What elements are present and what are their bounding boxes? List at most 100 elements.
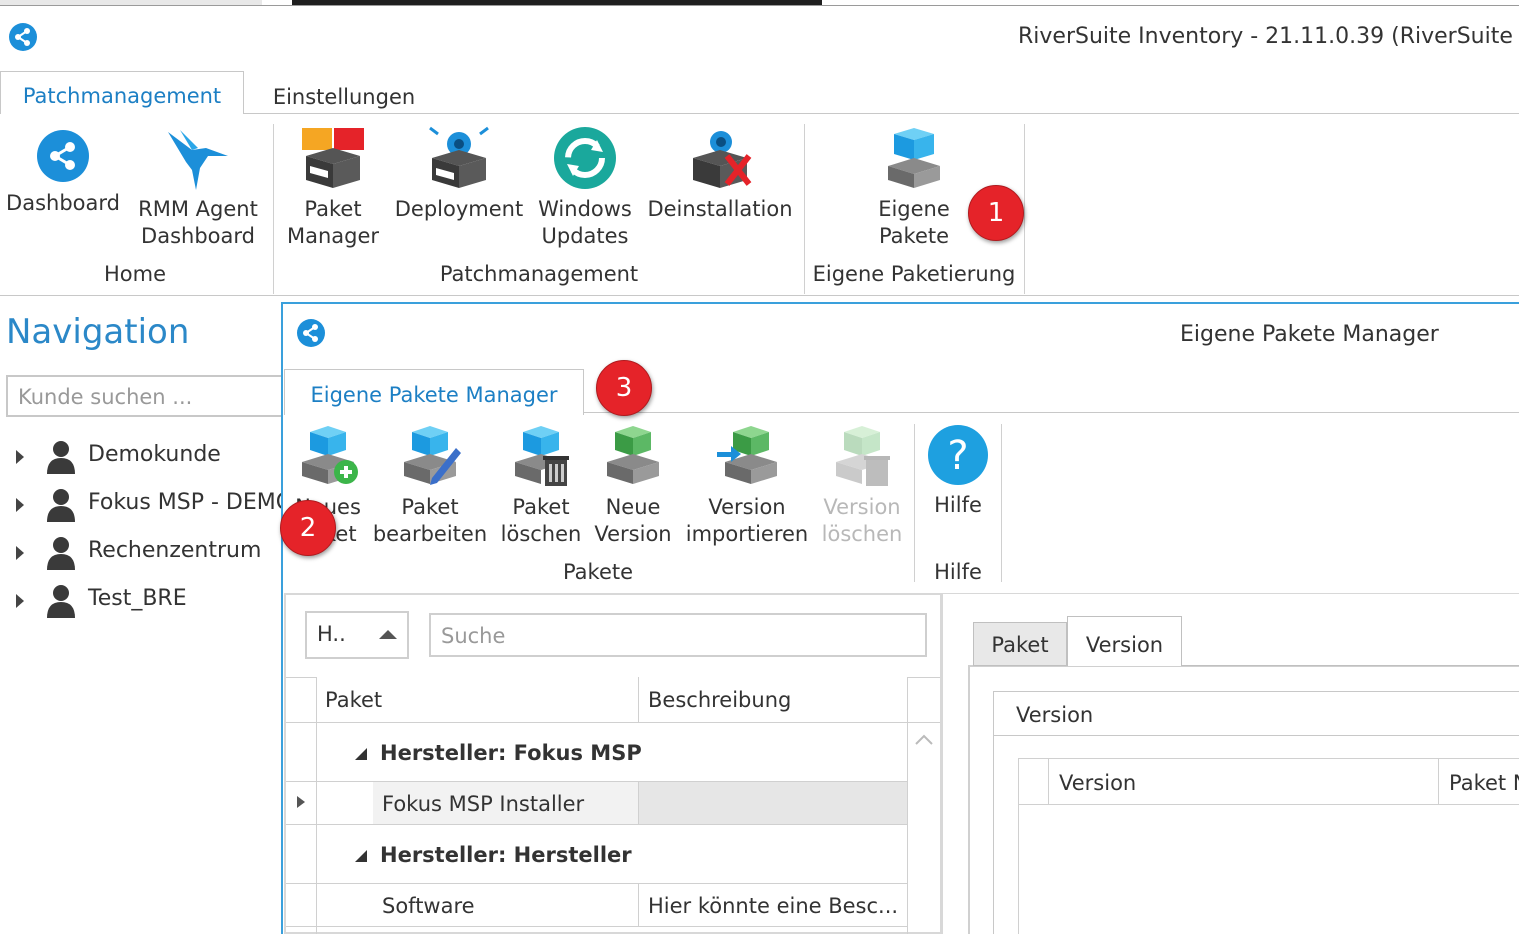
row-line [286,824,907,825]
deployment-button[interactable]: Deployment [392,126,526,223]
hilfe-label: Hilfe [934,493,982,517]
rmm-label-line2: Dashboard [141,224,255,248]
edit-package-icon [404,426,461,485]
scroll-up-icon[interactable] [914,732,934,746]
group-label: Hersteller: Hersteller [380,843,632,867]
detail-tab-line [1182,665,1519,666]
tab-eigene-pakete-manager[interactable]: Eigene Pakete Manager [284,369,584,415]
group-separator [1024,124,1025,294]
navigation-title: Navigation [6,312,190,352]
row-indicator-icon [297,796,305,808]
neue-version-line1: Neue [605,495,661,519]
callout-badge-1: 1 [968,185,1024,241]
help-question-icon: ? [928,425,988,485]
column-header-paket[interactable]: Paket [317,677,638,723]
detail-top-line [942,593,1519,594]
cell-beschreibung: Hier könnte eine Besc... [648,894,899,918]
package-search-input[interactable]: Suche [429,613,927,657]
package-boxes-icon [302,128,364,188]
group-sort-selector[interactable]: H.. [305,611,409,659]
column-header-paket-name[interactable]: Paket N [1439,759,1519,805]
group-label-home: Home [103,262,166,286]
column-header-beschreibung[interactable]: Beschreibung [639,677,907,723]
windows-updates-button[interactable]: Windows Updates [534,126,636,250]
collapse-triangle-icon[interactable] [354,747,368,761]
eigene-pakete-line2: Pakete [878,224,950,248]
panel-divider [942,593,943,934]
group-row-fokus-msp[interactable]: Hersteller: Fokus MSP [354,741,642,765]
delete-version-icon [836,426,890,486]
grid-header-line [286,722,940,723]
group-label: Hersteller: Fokus MSP [380,741,642,765]
tab-version[interactable]: Version [1067,616,1182,666]
tab-patchmanagement[interactable]: Patchmanagement [0,71,244,115]
group-separator [914,424,915,582]
nav-item-label: Demokunde [88,442,221,467]
windows-updates-line2: Updates [541,224,629,248]
inner-tab-divider [584,412,1519,413]
paket-bearbeiten-line2: bearbeiten [372,522,488,546]
version-importieren-button[interactable]: Version importieren [684,424,810,548]
group-row-hersteller[interactable]: Hersteller: Hersteller [354,843,632,867]
top-window-strip [0,0,1519,6]
paket-loeschen-line1: Paket [512,495,570,519]
new-package-icon [302,426,358,484]
delete-package-icon [515,426,569,486]
expand-arrow-icon[interactable] [16,450,24,464]
user-icon [47,585,75,618]
cell-paket: Fokus MSP Installer [382,792,585,816]
dashboard-label: Dashboard [6,191,120,215]
row-line [286,883,907,884]
tab-paket[interactable]: Paket [973,622,1067,666]
neue-version-button[interactable]: Neue Version [592,424,674,548]
column-header-version[interactable]: Version [1049,759,1438,805]
paket-bearbeiten-button[interactable]: Paket bearbeiten [372,424,488,548]
group-separator [273,124,274,294]
version-importieren-line2: importieren [685,522,809,546]
user-icon [47,489,75,522]
user-icon [47,537,75,570]
neue-version-line2: Version [594,522,672,546]
group-separator [804,124,805,294]
riversuite-logo-icon [9,23,37,51]
eigene-pakete-button[interactable]: Eigene Pakete [864,126,964,250]
eigene-pakete-line1: Eigene [878,197,950,221]
svg-text:?: ? [947,433,968,479]
rmm-label-line1: RMM Agent [138,197,258,221]
user-icon [47,441,75,474]
sort-up-icon [379,630,397,639]
callout-badge-2: 2 [280,500,336,556]
paket-manager-line2: Manager [286,224,380,248]
expand-arrow-icon[interactable] [16,594,24,608]
paket-manager-button[interactable]: Paket Manager [282,126,384,250]
scrollbar-divider [907,677,908,934]
group-label-eigene-paketierung: Eigene Paketierung [812,262,1016,286]
riversuite-logo-icon [297,319,325,347]
paket-loeschen-button[interactable]: Paket löschen [498,424,584,548]
own-package-icon [888,128,940,188]
column-divider [638,782,639,824]
collapse-triangle-icon[interactable] [354,849,368,863]
import-version-icon [717,426,777,484]
group-separator [1001,424,1002,582]
customer-search-input[interactable]: Kunde suchen ... [6,375,296,417]
nav-item-label: Fokus MSP - DEMO [88,490,294,515]
group-label-pakete: Pakete [562,560,634,584]
version-importieren-line1: Version [708,495,786,519]
deinstallation-button[interactable]: Deinstallation [646,126,794,223]
nav-item-label: Test_BRE [88,586,187,611]
row-line [286,926,907,927]
deinstallation-label: Deinstallation [647,197,793,221]
callout-badge-3: 3 [596,360,652,416]
tab-einstellungen[interactable]: Einstellungen [244,71,444,115]
cell-paket[interactable]: Software [382,894,475,918]
version-loeschen-button[interactable]: Version löschen [818,424,906,548]
hilfe-button[interactable]: ? Hilfe [924,424,992,519]
expand-arrow-icon[interactable] [16,546,24,560]
version-loeschen-line2: löschen [821,522,903,546]
expand-arrow-icon[interactable] [16,498,24,512]
dashboard-button[interactable]: Dashboard [4,128,122,217]
paket-loeschen-line2: löschen [500,522,582,546]
new-version-icon [607,426,659,484]
rmm-agent-dashboard-button[interactable]: RMM Agent Dashboard [132,128,264,250]
